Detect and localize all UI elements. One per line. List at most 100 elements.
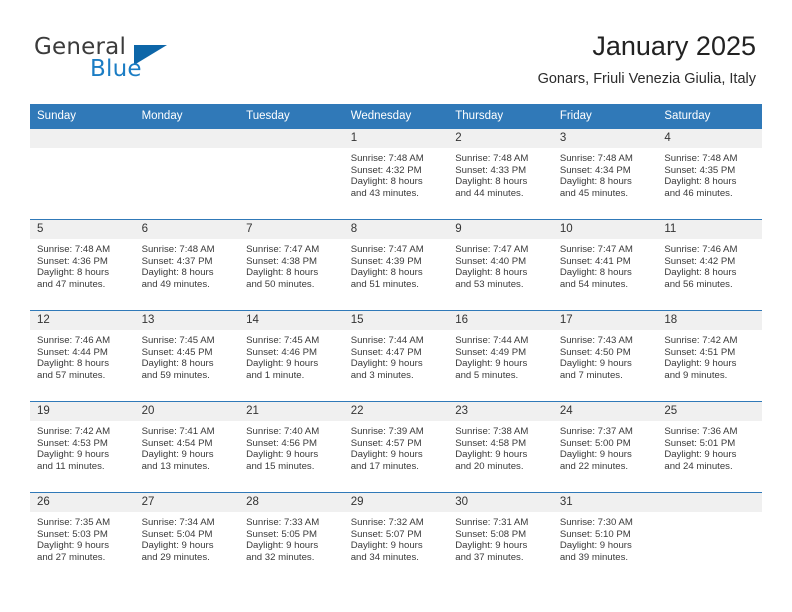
calendar-header-row: Sunday Monday Tuesday Wednesday Thursday…	[30, 104, 762, 129]
calendar-day-cell[interactable]: 7 Sunrise: 7:47 AM Sunset: 4:38 PM Daylight…	[239, 219, 344, 311]
sunset-text: Sunset: 4:45 PM	[141, 346, 213, 358]
calendar-day-cell[interactable]: 14 Sunrise: 7:45 AM Sunset: 4:46 PM Dayligh…	[239, 310, 344, 402]
day-number: 1	[343, 129, 449, 148]
calendar-cell-empty	[239, 128, 344, 220]
general-blue-logo[interactable]: General Blue	[34, 34, 264, 90]
daylight-text-line2: and 5 minutes.	[455, 369, 519, 381]
calendar-week-row: 19 Sunrise: 7:42 AM Sunset: 4:53 PM Dayligh…	[30, 401, 762, 493]
day-details: Sunrise: 7:48 AM Sunset: 4:36 PM Daylight:…	[30, 239, 135, 290]
daylight-text-line1: Daylight: 8 hours	[141, 358, 214, 370]
daylight-text-line2: and 57 minutes.	[37, 369, 106, 381]
sunrise-text: Sunrise: 7:45 AM	[246, 335, 320, 346]
calendar-day-cell[interactable]: 19 Sunrise: 7:42 AM Sunset: 4:53 PM Dayligh…	[30, 401, 135, 493]
calendar-day-cell[interactable]: 25 Sunrise: 7:36 AM Sunset: 5:01 PM Dayligh…	[657, 401, 762, 493]
sunrise-text: Sunrise: 7:33 AM	[246, 517, 320, 528]
calendar-day-cell[interactable]: 9 Sunrise: 7:47 AM Sunset: 4:40 PM Daylight…	[448, 219, 553, 311]
calendar-day-cell[interactable]: 27 Sunrise: 7:34 AM Sunset: 5:04 PM Dayligh…	[134, 492, 240, 583]
daylight-text-line1: Daylight: 9 hours	[455, 449, 528, 461]
day-number: 24	[552, 402, 658, 421]
day-number: 12	[30, 311, 135, 330]
daylight-text-line2: and 29 minutes.	[141, 551, 210, 563]
day-details: Sunrise: 7:41 AM Sunset: 4:54 PM Daylight:…	[135, 421, 240, 472]
day-number: 18	[657, 311, 762, 330]
sunrise-text: Sunrise: 7:48 AM	[664, 153, 738, 164]
daylight-text-line1: Daylight: 9 hours	[559, 449, 632, 461]
sunset-text: Sunset: 5:01 PM	[664, 437, 736, 449]
day-details: Sunrise: 7:36 AM Sunset: 5:01 PM Daylight:…	[657, 421, 762, 472]
calendar-day-cell[interactable]: 2 Sunrise: 7:48 AM Sunset: 4:33 PM Daylight…	[448, 128, 553, 220]
sunset-text: Sunset: 5:04 PM	[141, 528, 213, 540]
calendar-day-cell[interactable]: 17 Sunrise: 7:43 AM Sunset: 4:50 PM Dayligh…	[552, 310, 658, 402]
calendar-day-cell[interactable]: 23 Sunrise: 7:38 AM Sunset: 4:58 PM Dayligh…	[448, 401, 553, 493]
calendar-day-cell[interactable]: 18 Sunrise: 7:42 AM Sunset: 4:51 PM Dayligh…	[657, 310, 762, 402]
calendar-day-cell[interactable]: 29 Sunrise: 7:32 AM Sunset: 5:07 PM Dayligh…	[343, 492, 449, 583]
calendar-day-cell[interactable]: 1 Sunrise: 7:48 AM Sunset: 4:32 PM Daylight…	[343, 128, 449, 220]
calendar-day-cell[interactable]: 20 Sunrise: 7:41 AM Sunset: 4:54 PM Dayligh…	[134, 401, 240, 493]
sunrise-text: Sunrise: 7:45 AM	[141, 335, 215, 346]
sunset-text: Sunset: 4:51 PM	[664, 346, 736, 358]
calendar-day-cell[interactable]: 24 Sunrise: 7:37 AM Sunset: 5:00 PM Dayligh…	[552, 401, 658, 493]
day-number: 22	[343, 402, 449, 421]
calendar-day-cell[interactable]: 22 Sunrise: 7:39 AM Sunset: 4:57 PM Dayligh…	[343, 401, 449, 493]
day-details: Sunrise: 7:42 AM Sunset: 4:53 PM Daylight:…	[30, 421, 135, 472]
daylight-text-line2: and 43 minutes.	[350, 187, 419, 199]
daylight-text-line2: and 20 minutes.	[455, 460, 524, 472]
calendar-day-cell[interactable]: 6 Sunrise: 7:48 AM Sunset: 4:37 PM Daylight…	[134, 219, 240, 311]
daylight-text-line2: and 1 minute.	[246, 369, 305, 381]
day-number	[239, 129, 344, 148]
daylight-text-line2: and 3 minutes.	[350, 369, 414, 381]
daylight-text-line2: and 17 minutes.	[350, 460, 419, 472]
day-details: Sunrise: 7:46 AM Sunset: 4:42 PM Daylight:…	[657, 239, 762, 290]
calendar-day-cell[interactable]: 31 Sunrise: 7:30 AM Sunset: 5:10 PM Dayligh…	[552, 492, 658, 583]
sunset-text: Sunset: 5:05 PM	[246, 528, 318, 540]
sunset-text: Sunset: 4:36 PM	[37, 255, 108, 267]
day-number: 23	[448, 402, 553, 421]
sunrise-text: Sunrise: 7:46 AM	[664, 244, 738, 255]
calendar-cell-empty	[657, 492, 762, 583]
weekday-header-monday: Monday	[134, 104, 240, 129]
logo-text-blue: Blue	[90, 56, 142, 82]
calendar-day-cell[interactable]: 13 Sunrise: 7:45 AM Sunset: 4:45 PM Dayligh…	[134, 310, 240, 402]
day-details: Sunrise: 7:44 AM Sunset: 4:47 PM Daylight:…	[344, 330, 449, 381]
daylight-text-line2: and 46 minutes.	[664, 187, 733, 199]
calendar-day-cell[interactable]: 10 Sunrise: 7:47 AM Sunset: 4:41 PM Dayligh…	[552, 219, 658, 311]
sunset-text: Sunset: 4:42 PM	[664, 255, 736, 267]
calendar-day-cell[interactable]: 12 Sunrise: 7:46 AM Sunset: 4:44 PM Dayligh…	[30, 310, 135, 402]
calendar-day-cell[interactable]: 8 Sunrise: 7:47 AM Sunset: 4:39 PM Daylight…	[343, 219, 449, 311]
day-details: Sunrise: 7:47 AM Sunset: 4:38 PM Daylight:…	[239, 239, 344, 290]
calendar-day-cell[interactable]: 21 Sunrise: 7:40 AM Sunset: 4:56 PM Dayligh…	[239, 401, 344, 493]
sunrise-text: Sunrise: 7:32 AM	[350, 517, 424, 528]
day-details: Sunrise: 7:48 AM Sunset: 4:35 PM Daylight:…	[657, 148, 762, 199]
daylight-text-line1: Daylight: 9 hours	[350, 449, 423, 461]
daylight-text-line2: and 59 minutes.	[141, 369, 210, 381]
sunset-text: Sunset: 4:47 PM	[350, 346, 422, 358]
calendar-day-cell[interactable]: 26 Sunrise: 7:35 AM Sunset: 5:03 PM Dayligh…	[30, 492, 135, 583]
day-number: 10	[552, 220, 658, 239]
daylight-text-line1: Daylight: 9 hours	[664, 358, 737, 370]
weekday-header-tuesday: Tuesday	[239, 104, 344, 129]
calendar-day-cell[interactable]: 28 Sunrise: 7:33 AM Sunset: 5:05 PM Dayligh…	[239, 492, 344, 583]
calendar-week-row: 26 Sunrise: 7:35 AM Sunset: 5:03 PM Dayligh…	[30, 492, 762, 583]
daylight-text-line2: and 11 minutes.	[37, 460, 105, 472]
sunrise-text: Sunrise: 7:47 AM	[559, 244, 633, 255]
calendar-cell-empty	[134, 128, 240, 220]
sunset-text: Sunset: 4:57 PM	[350, 437, 422, 449]
day-details: Sunrise: 7:37 AM Sunset: 5:00 PM Daylight:…	[553, 421, 658, 472]
weekday-header-saturday: Saturday	[657, 104, 762, 129]
sunset-text: Sunset: 4:32 PM	[350, 164, 422, 176]
calendar-day-cell[interactable]: 11 Sunrise: 7:46 AM Sunset: 4:42 PM Dayligh…	[657, 219, 762, 311]
calendar-day-cell[interactable]: 4 Sunrise: 7:48 AM Sunset: 4:35 PM Daylight…	[657, 128, 762, 220]
daylight-text-line1: Daylight: 9 hours	[455, 540, 528, 552]
day-number: 14	[239, 311, 344, 330]
sunrise-text: Sunrise: 7:48 AM	[559, 153, 633, 164]
day-number: 29	[343, 493, 449, 512]
daylight-text-line1: Daylight: 8 hours	[455, 267, 528, 279]
sunset-text: Sunset: 4:54 PM	[141, 437, 213, 449]
calendar-day-cell[interactable]: 15 Sunrise: 7:44 AM Sunset: 4:47 PM Dayligh…	[343, 310, 449, 402]
calendar-day-cell[interactable]: 3 Sunrise: 7:48 AM Sunset: 4:34 PM Daylight…	[552, 128, 658, 220]
day-number: 7	[239, 220, 344, 239]
calendar-day-cell[interactable]: 5 Sunrise: 7:48 AM Sunset: 4:36 PM Daylight…	[30, 219, 135, 311]
day-details: Sunrise: 7:48 AM Sunset: 4:33 PM Daylight:…	[448, 148, 553, 199]
calendar-day-cell[interactable]: 16 Sunrise: 7:44 AM Sunset: 4:49 PM Dayligh…	[448, 310, 553, 402]
calendar-day-cell[interactable]: 30 Sunrise: 7:31 AM Sunset: 5:08 PM Dayligh…	[448, 492, 553, 583]
